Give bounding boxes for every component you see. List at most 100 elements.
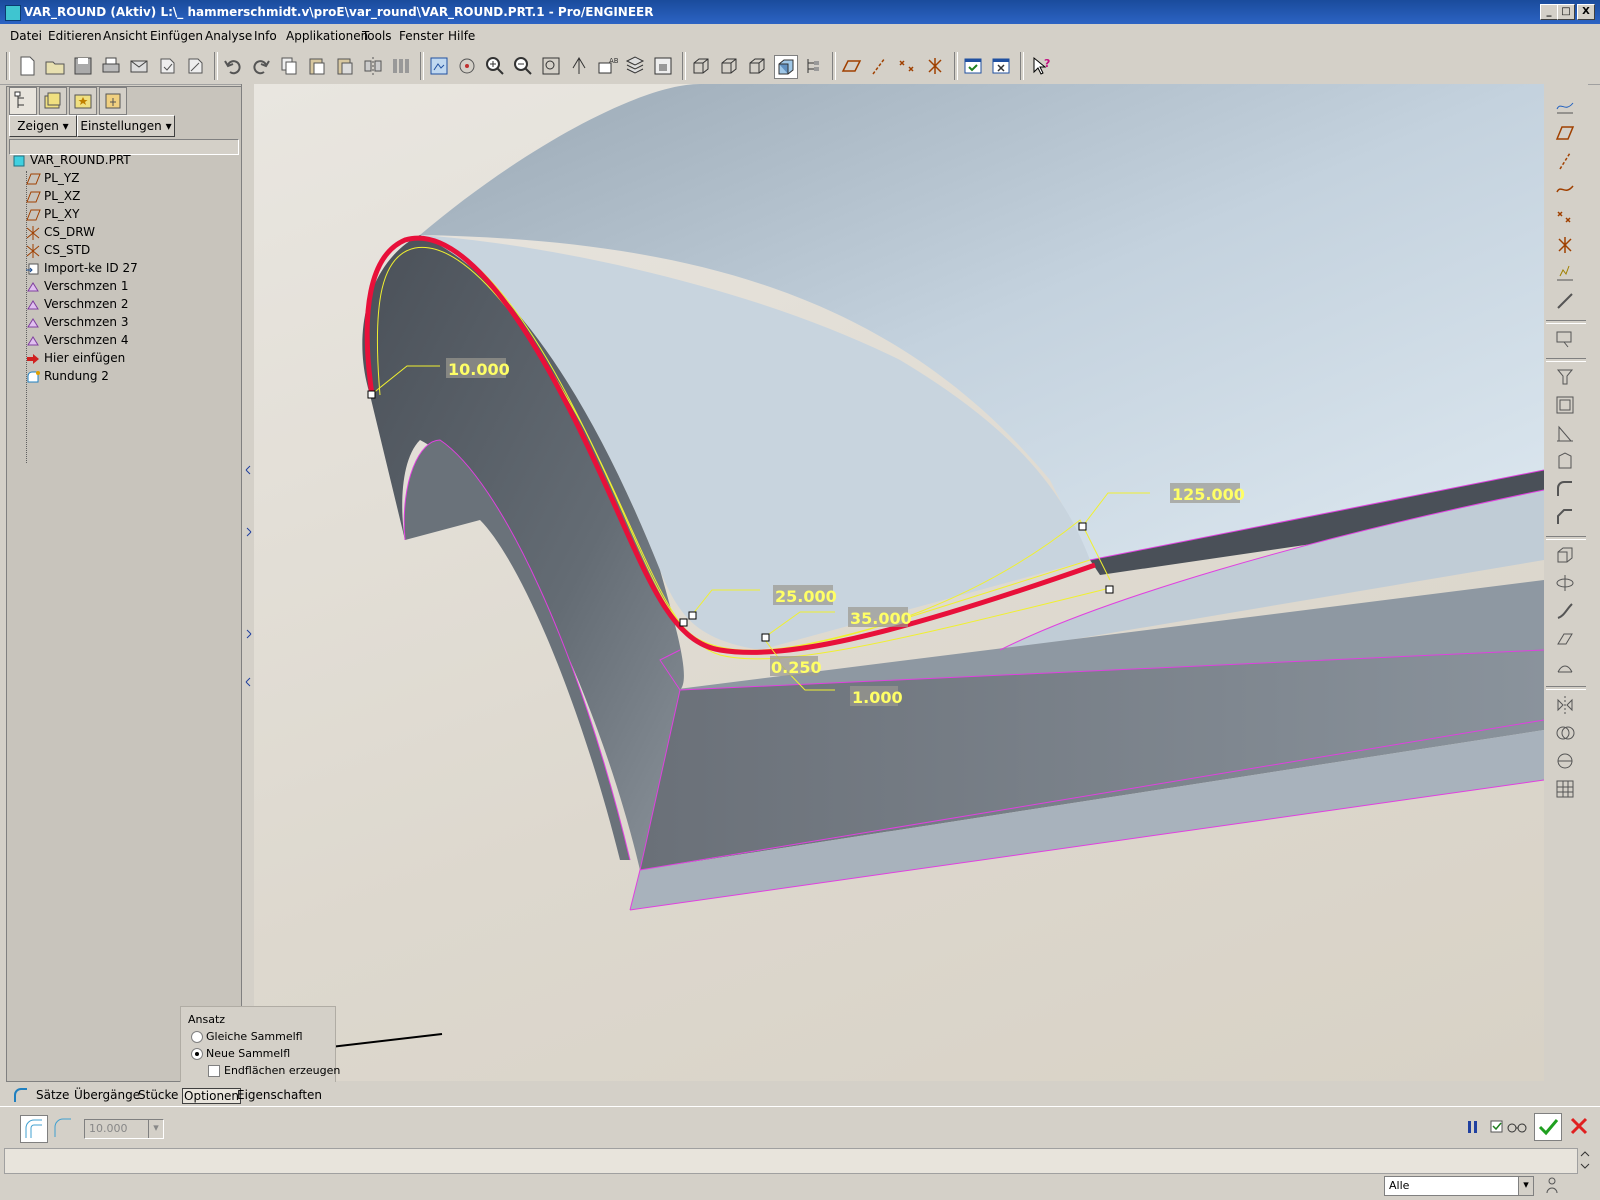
same-surface-radio[interactable]: [191, 1031, 203, 1043]
radius-handle[interactable]: [761, 633, 770, 642]
menu-einfuegen[interactable]: Einfügen: [150, 29, 203, 43]
settings-dropdown-button[interactable]: Einstellungen ▾: [77, 115, 175, 137]
extrude-tool-icon[interactable]: [1554, 544, 1576, 566]
close-window-button[interactable]: X: [1577, 4, 1595, 20]
cancel-x-icon[interactable]: [1566, 1113, 1592, 1139]
tree-item-verschmzen-4[interactable]: Verschmzen 4: [25, 333, 128, 349]
merge-tool-icon[interactable]: [1554, 722, 1576, 744]
menu-datei[interactable]: Datei: [10, 29, 42, 43]
variable-round-icon[interactable]: [50, 1115, 76, 1141]
paste-icon[interactable]: [306, 55, 328, 77]
dimension-label[interactable]: 10.000: [448, 360, 510, 379]
pattern-tool-icon[interactable]: [1554, 778, 1576, 800]
folder-browser-tab[interactable]: [39, 87, 67, 115]
shell-tool-icon[interactable]: [1554, 394, 1576, 416]
reorient-icon[interactable]: [568, 55, 590, 77]
tab-eigenschaften[interactable]: Eigenschaften: [237, 1088, 322, 1102]
tree-item-verschmzen-2[interactable]: Verschmzen 2: [25, 297, 128, 313]
spin-center-icon[interactable]: [456, 55, 478, 77]
analysis-tool-icon[interactable]: [1554, 262, 1576, 284]
dimension-label[interactable]: 0.250: [771, 658, 822, 677]
favorites-tab[interactable]: [69, 87, 97, 115]
hole-tool-icon[interactable]: [1554, 366, 1576, 388]
dimension-label[interactable]: 35.000: [850, 609, 912, 628]
tree-item-pl-xy[interactable]: PL_XY: [25, 207, 79, 223]
show-dropdown-button[interactable]: Zeigen ▾: [9, 115, 77, 137]
message-scroll[interactable]: [1578, 1148, 1592, 1172]
open-file-icon[interactable]: [44, 55, 66, 77]
tree-item-rundung-2[interactable]: Rundung 2: [25, 369, 109, 385]
model-tree-tab[interactable]: [9, 87, 37, 115]
rib-tool-icon[interactable]: [1554, 422, 1576, 444]
blend-tool-icon[interactable]: [1554, 628, 1576, 650]
datum-plane-tool-icon[interactable]: [1554, 122, 1576, 144]
menu-applikationen[interactable]: Applikationen: [286, 29, 368, 43]
wireframe-icon[interactable]: [690, 55, 712, 77]
dimension-label[interactable]: 1.000: [852, 688, 903, 707]
pause-icon[interactable]: [1466, 1119, 1480, 1135]
save-icon[interactable]: [72, 55, 94, 77]
coordinate-systems-toggle-icon[interactable]: [924, 55, 946, 77]
hidden-line-icon[interactable]: [718, 55, 740, 77]
zoom-in-icon[interactable]: [484, 55, 506, 77]
radius-handle[interactable]: [688, 611, 697, 620]
radius-handle[interactable]: [367, 390, 376, 399]
draft-tool-icon[interactable]: [1554, 450, 1576, 472]
dimension-label[interactable]: 125.000: [1172, 485, 1245, 504]
revolve-tool-icon[interactable]: [1554, 572, 1576, 594]
datum-curve-tool-icon[interactable]: [1554, 178, 1576, 200]
redo-icon[interactable]: [250, 55, 272, 77]
radius-input[interactable]: 10.000 ▾: [84, 1119, 164, 1139]
tree-item-verschmzen-3[interactable]: Verschmzen 3: [25, 315, 128, 331]
menu-hilfe[interactable]: Hilfe: [448, 29, 475, 43]
menu-editieren[interactable]: Editieren: [48, 29, 102, 43]
datum-axis-tool-icon[interactable]: [1554, 150, 1576, 172]
chamfer-tool-icon[interactable]: [1554, 506, 1576, 528]
constant-round-icon[interactable]: [20, 1115, 48, 1143]
tab-saetze[interactable]: Sätze: [36, 1088, 69, 1102]
copy-icon[interactable]: [278, 55, 300, 77]
menu-tools[interactable]: Tools: [362, 29, 392, 43]
regenerate-icon[interactable]: [156, 55, 178, 77]
info-person-icon[interactable]: [1544, 1176, 1560, 1194]
coordinate-system-tool-icon[interactable]: [1554, 234, 1576, 256]
annotation-tool-icon[interactable]: [1554, 328, 1576, 350]
apply-checkmark-icon[interactable]: [1534, 1113, 1562, 1141]
tree-item-cs-drw[interactable]: CS_DRW: [25, 225, 95, 241]
tab-stuecke[interactable]: Stücke: [138, 1088, 178, 1102]
saved-views-icon[interactable]: AB: [596, 55, 619, 77]
graphics-viewport[interactable]: 10.000 25.000 35.000 0.250 1.000 125.000: [254, 84, 1544, 1081]
menu-info[interactable]: Info: [254, 29, 277, 43]
inserted-datum-icon[interactable]: [1554, 290, 1576, 312]
sweep-tool-icon[interactable]: [1554, 600, 1576, 622]
menu-ansicht[interactable]: Ansicht: [103, 29, 147, 43]
radius-handle[interactable]: [679, 618, 688, 627]
undo-icon[interactable]: [222, 55, 244, 77]
chevron-down-icon[interactable]: ▾: [1518, 1177, 1533, 1195]
layers-icon[interactable]: [624, 55, 646, 77]
tree-item-pl-xz[interactable]: PL_XZ: [25, 189, 80, 205]
datum-axes-toggle-icon[interactable]: [868, 55, 890, 77]
round-tool-icon[interactable]: [1554, 478, 1576, 500]
menu-analyse[interactable]: Analyse: [205, 29, 252, 43]
datum-planes-toggle-icon[interactable]: [840, 55, 862, 77]
no-hidden-icon[interactable]: [746, 55, 768, 77]
datum-point-tool-icon[interactable]: [1554, 206, 1576, 228]
window-activate-icon[interactable]: [962, 55, 984, 77]
datum-points-toggle-icon[interactable]: [896, 55, 918, 77]
view-manager-icon[interactable]: [652, 55, 674, 77]
tab-uebergaenge[interactable]: Übergänge: [74, 1088, 140, 1102]
chevron-down-icon[interactable]: ▾: [148, 1120, 163, 1138]
tree-item-insert-here[interactable]: Hier einfügen: [25, 351, 125, 367]
tree-item-pl-yz[interactable]: PL_YZ: [25, 171, 79, 187]
repaint-icon[interactable]: [428, 55, 450, 77]
window-close-icon[interactable]: [990, 55, 1012, 77]
radius-handle[interactable]: [1105, 585, 1114, 594]
minimize-button[interactable]: _: [1540, 4, 1558, 20]
preview-glasses-icon[interactable]: [1506, 1119, 1528, 1135]
radius-handle[interactable]: [1078, 522, 1087, 531]
mirror-tool-icon[interactable]: [1554, 694, 1576, 716]
tree-item-cs-std[interactable]: CS_STD: [25, 243, 90, 259]
zoom-out-icon[interactable]: [512, 55, 534, 77]
boundary-tool-icon[interactable]: [1554, 656, 1576, 678]
